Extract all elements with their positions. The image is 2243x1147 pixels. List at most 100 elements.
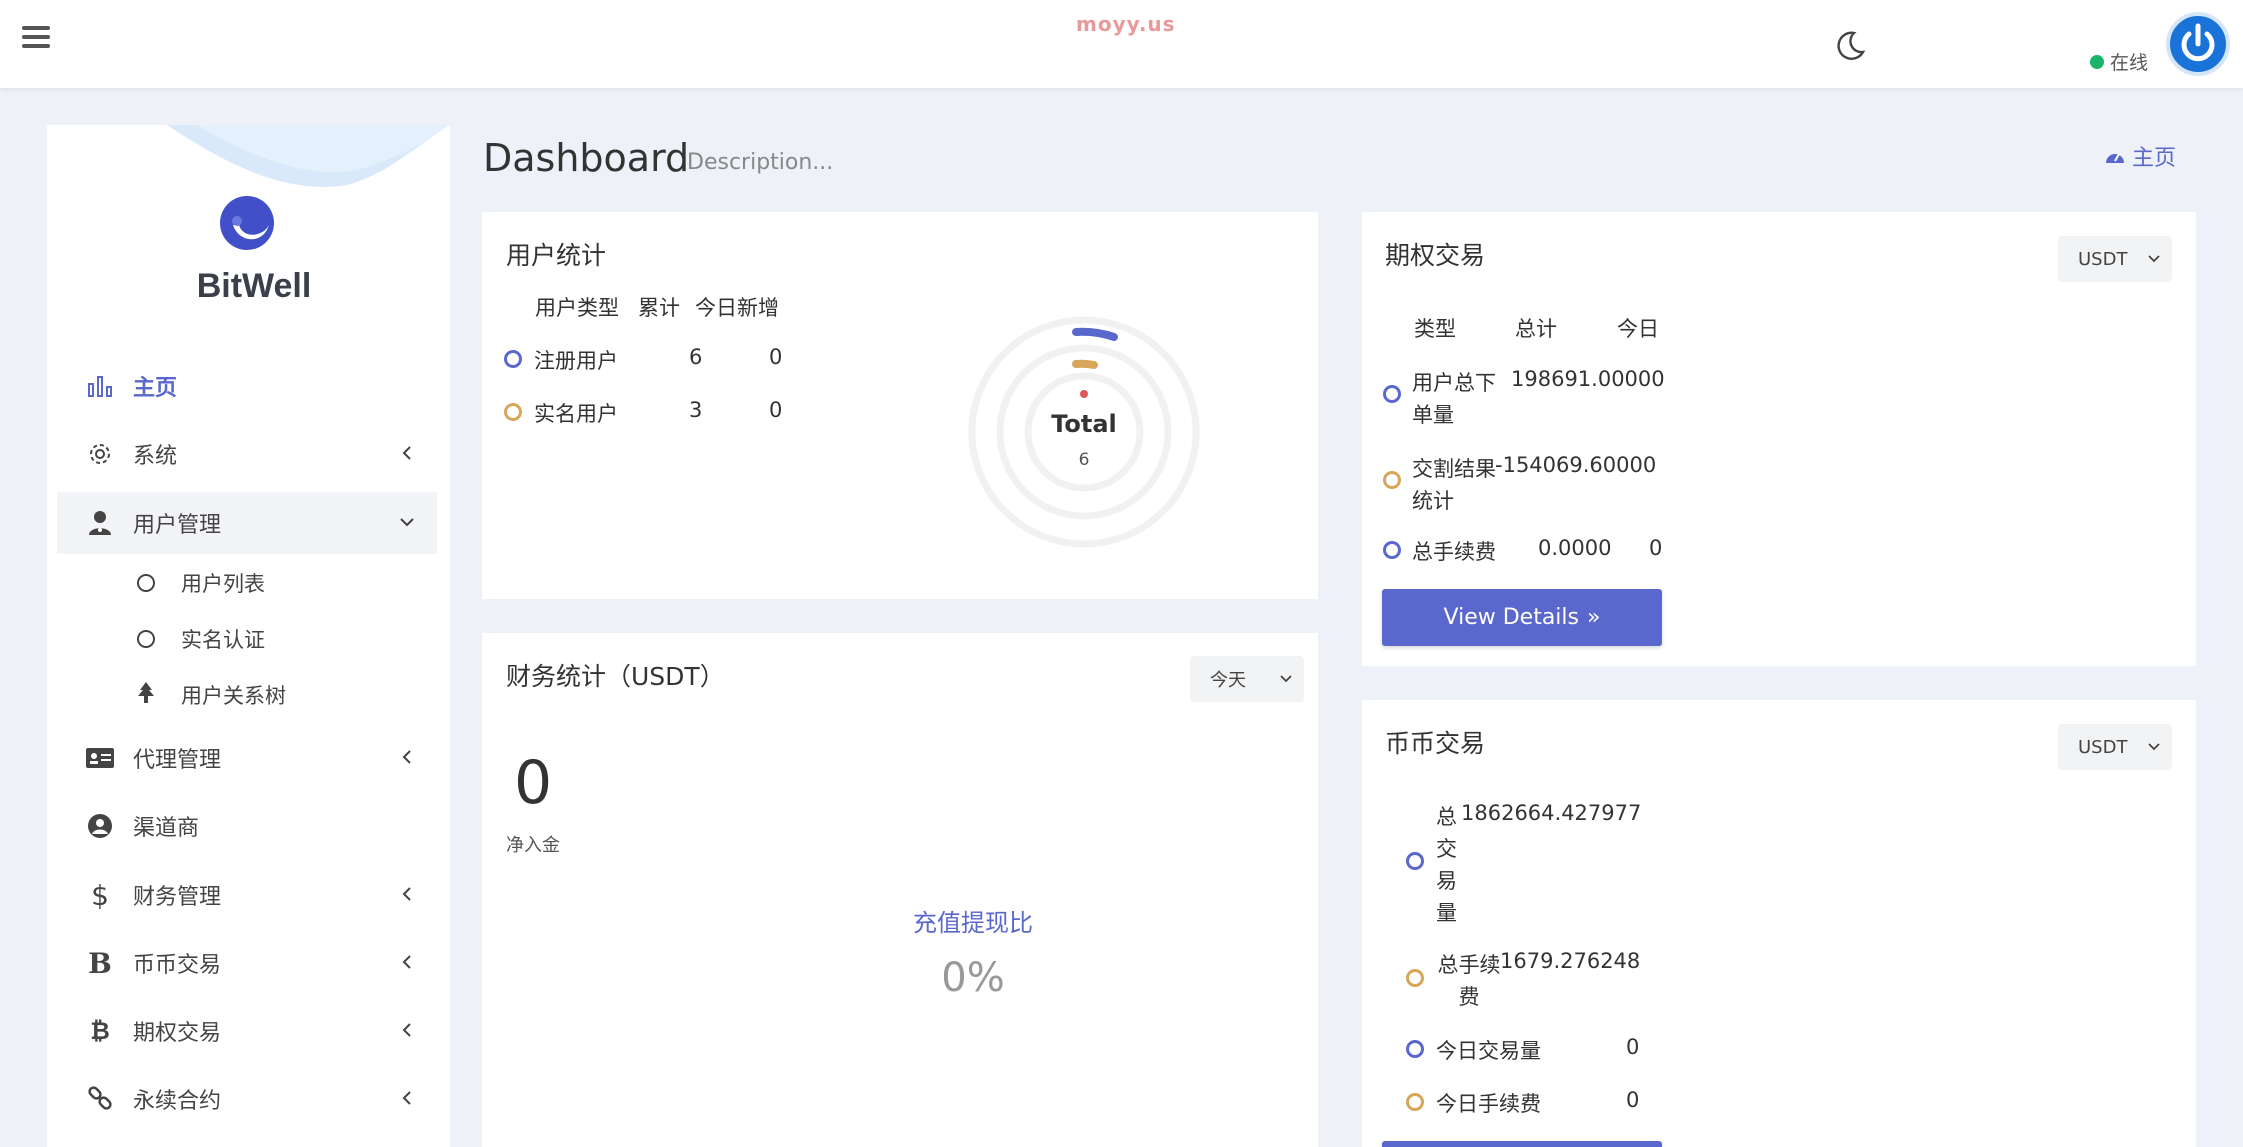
spot-row-label: 总 交 易 量 bbox=[1436, 801, 1457, 929]
online-status-label: 在线 bbox=[2110, 52, 2149, 74]
dollar-icon: $ bbox=[91, 878, 109, 912]
user-today: 0 bbox=[769, 398, 783, 422]
nav-spot-trading[interactable]: B 币币交易 bbox=[57, 932, 437, 994]
dark-mode-moon-icon[interactable] bbox=[1832, 28, 1868, 64]
spot-row-label-line2: 费 bbox=[1458, 985, 1480, 1009]
series-marker-icon bbox=[1383, 385, 1401, 403]
series-marker-icon bbox=[504, 403, 522, 421]
spot-currency-value: USDT bbox=[2078, 736, 2128, 758]
nav-finance[interactable]: $ 财务管理 bbox=[57, 864, 437, 926]
spot-row-label-line1: 总手续 bbox=[1437, 953, 1501, 977]
spot-row-label: 今日手续费 bbox=[1436, 1092, 1541, 1116]
nav-agent-management-label: 代理管理 bbox=[133, 748, 222, 773]
nav-user-management-label: 用户管理 bbox=[133, 513, 222, 538]
page-title: Dashboard bbox=[483, 136, 690, 180]
chevron-left-icon bbox=[402, 750, 411, 764]
net-inflow-value: 0 bbox=[514, 748, 553, 818]
bitwell-logo bbox=[220, 196, 274, 250]
options-row-today: 0 bbox=[1649, 536, 1663, 560]
breadcrumb-home: 主页 bbox=[2132, 146, 2177, 171]
user-type: 实名用户 bbox=[534, 402, 618, 426]
breadcrumb[interactable]: 主页 bbox=[2104, 140, 2176, 172]
sub-nav-real-name[interactable]: 实名认证 bbox=[137, 619, 265, 659]
spot-currency-select[interactable]: USDT bbox=[2058, 724, 2172, 770]
page-description: Description... bbox=[687, 150, 834, 175]
options-row-total: -154069.60000 bbox=[1495, 453, 1657, 477]
sub-nav-relation-tree-label: 用户关系树 bbox=[181, 684, 286, 708]
nav-channel-label: 渠道商 bbox=[133, 816, 200, 841]
link-icon bbox=[85, 1084, 115, 1114]
radial-bar-dot bbox=[1080, 390, 1088, 398]
menu-toggle-icon[interactable] bbox=[22, 26, 50, 50]
bitcoin-icon: ₿ bbox=[90, 1016, 110, 1045]
sub-nav-relation-tree[interactable]: 用户关系树 bbox=[137, 675, 286, 715]
spot-details-button[interactable] bbox=[1382, 1141, 1662, 1147]
nav-home[interactable]: 主页 bbox=[57, 355, 437, 417]
finance-card: 财务统计（USDT） 今天 0 净入金 充值提现比 0% bbox=[482, 633, 1318, 1147]
options-row-label: 总手续费 bbox=[1412, 540, 1496, 564]
nav-options-trading[interactable]: ₿ 期权交易 bbox=[57, 1000, 437, 1062]
column-header: 用户类型 bbox=[535, 296, 619, 320]
chevron-down-icon bbox=[1280, 675, 1292, 683]
series-marker-icon bbox=[504, 350, 522, 368]
column-header: 总计 bbox=[1515, 317, 1557, 341]
watermark: moyy.us bbox=[1076, 12, 1176, 36]
column-header: 累计 bbox=[638, 296, 680, 320]
nav-user-management[interactable]: 用户管理 bbox=[57, 492, 437, 554]
avatar[interactable] bbox=[2166, 12, 2230, 76]
column-header: 今日新增 bbox=[695, 296, 779, 320]
period-select[interactable]: 今天 bbox=[1190, 656, 1304, 702]
series-marker-icon bbox=[1383, 541, 1401, 559]
chevron-left-icon bbox=[402, 446, 411, 460]
user-today: 0 bbox=[769, 345, 783, 369]
options-row-label: 用户总下 单量 bbox=[1412, 367, 1496, 431]
net-inflow-label: 净入金 bbox=[506, 835, 560, 856]
spot-row-label: 总手续 费 bbox=[1436, 949, 1502, 1013]
sidebar-wave-decoration bbox=[167, 125, 450, 187]
nav-home-label: 主页 bbox=[133, 376, 178, 401]
user-stats-title: 用户统计 bbox=[506, 241, 607, 270]
user-doctor-icon bbox=[85, 508, 115, 538]
chevron-down-icon bbox=[400, 518, 414, 527]
chevron-down-icon bbox=[2148, 743, 2160, 751]
spot-row-label-char: 易 bbox=[1436, 869, 1457, 893]
deposit-withdraw-ratio-value: 0% bbox=[941, 955, 1005, 1001]
nav-channel[interactable]: 渠道商 bbox=[57, 795, 437, 857]
circle-icon bbox=[137, 574, 155, 592]
user-type: 注册用户 bbox=[534, 349, 618, 373]
radial-bar-verified bbox=[1072, 359, 1098, 369]
options-currency-select[interactable]: USDT bbox=[2058, 236, 2172, 282]
sub-nav-user-list[interactable]: 用户列表 bbox=[137, 563, 265, 603]
nav-system[interactable]: 系统 bbox=[57, 423, 437, 485]
gear-icon bbox=[85, 439, 115, 469]
chevron-left-icon bbox=[402, 887, 411, 901]
spot-row-label-char: 交 bbox=[1436, 837, 1457, 861]
series-marker-icon bbox=[1406, 969, 1424, 987]
brand-name: BitWell bbox=[196, 267, 312, 305]
period-select-value: 今天 bbox=[1210, 670, 1246, 691]
double-chevron-right-icon: » bbox=[1587, 605, 1601, 630]
series-marker-icon bbox=[1406, 1040, 1424, 1058]
tree-icon bbox=[137, 681, 155, 709]
user-total: 3 bbox=[689, 398, 703, 422]
id-card-icon bbox=[85, 743, 115, 773]
bar-chart-icon bbox=[85, 371, 115, 401]
view-details-button[interactable]: View Details » bbox=[1382, 589, 1662, 646]
nav-options-trading-label: 期权交易 bbox=[133, 1021, 222, 1046]
options-row-label-line2: 统计 bbox=[1412, 489, 1454, 513]
nav-spot-trading-label: 币币交易 bbox=[133, 953, 222, 978]
spot-title: 币币交易 bbox=[1385, 729, 1486, 758]
nav-agent-management[interactable]: 代理管理 bbox=[57, 727, 437, 789]
radial-bar-registered bbox=[1072, 327, 1118, 341]
series-marker-icon bbox=[1383, 471, 1401, 489]
chart-total-value: 6 bbox=[1078, 450, 1090, 470]
online-status: 在线 bbox=[2090, 48, 2148, 75]
finance-title: 财务统计（USDT） bbox=[506, 662, 725, 691]
spot-row-value: 1862664.427977 bbox=[1461, 801, 1642, 825]
column-header: 类型 bbox=[1414, 317, 1456, 341]
nav-system-label: 系统 bbox=[133, 444, 178, 469]
nav-perpetual[interactable]: 永续合约 bbox=[57, 1068, 437, 1130]
top-bar: moyy.us 在线 bbox=[0, 0, 2243, 88]
chevron-left-icon bbox=[402, 1091, 411, 1105]
chevron-left-icon bbox=[402, 1023, 411, 1037]
